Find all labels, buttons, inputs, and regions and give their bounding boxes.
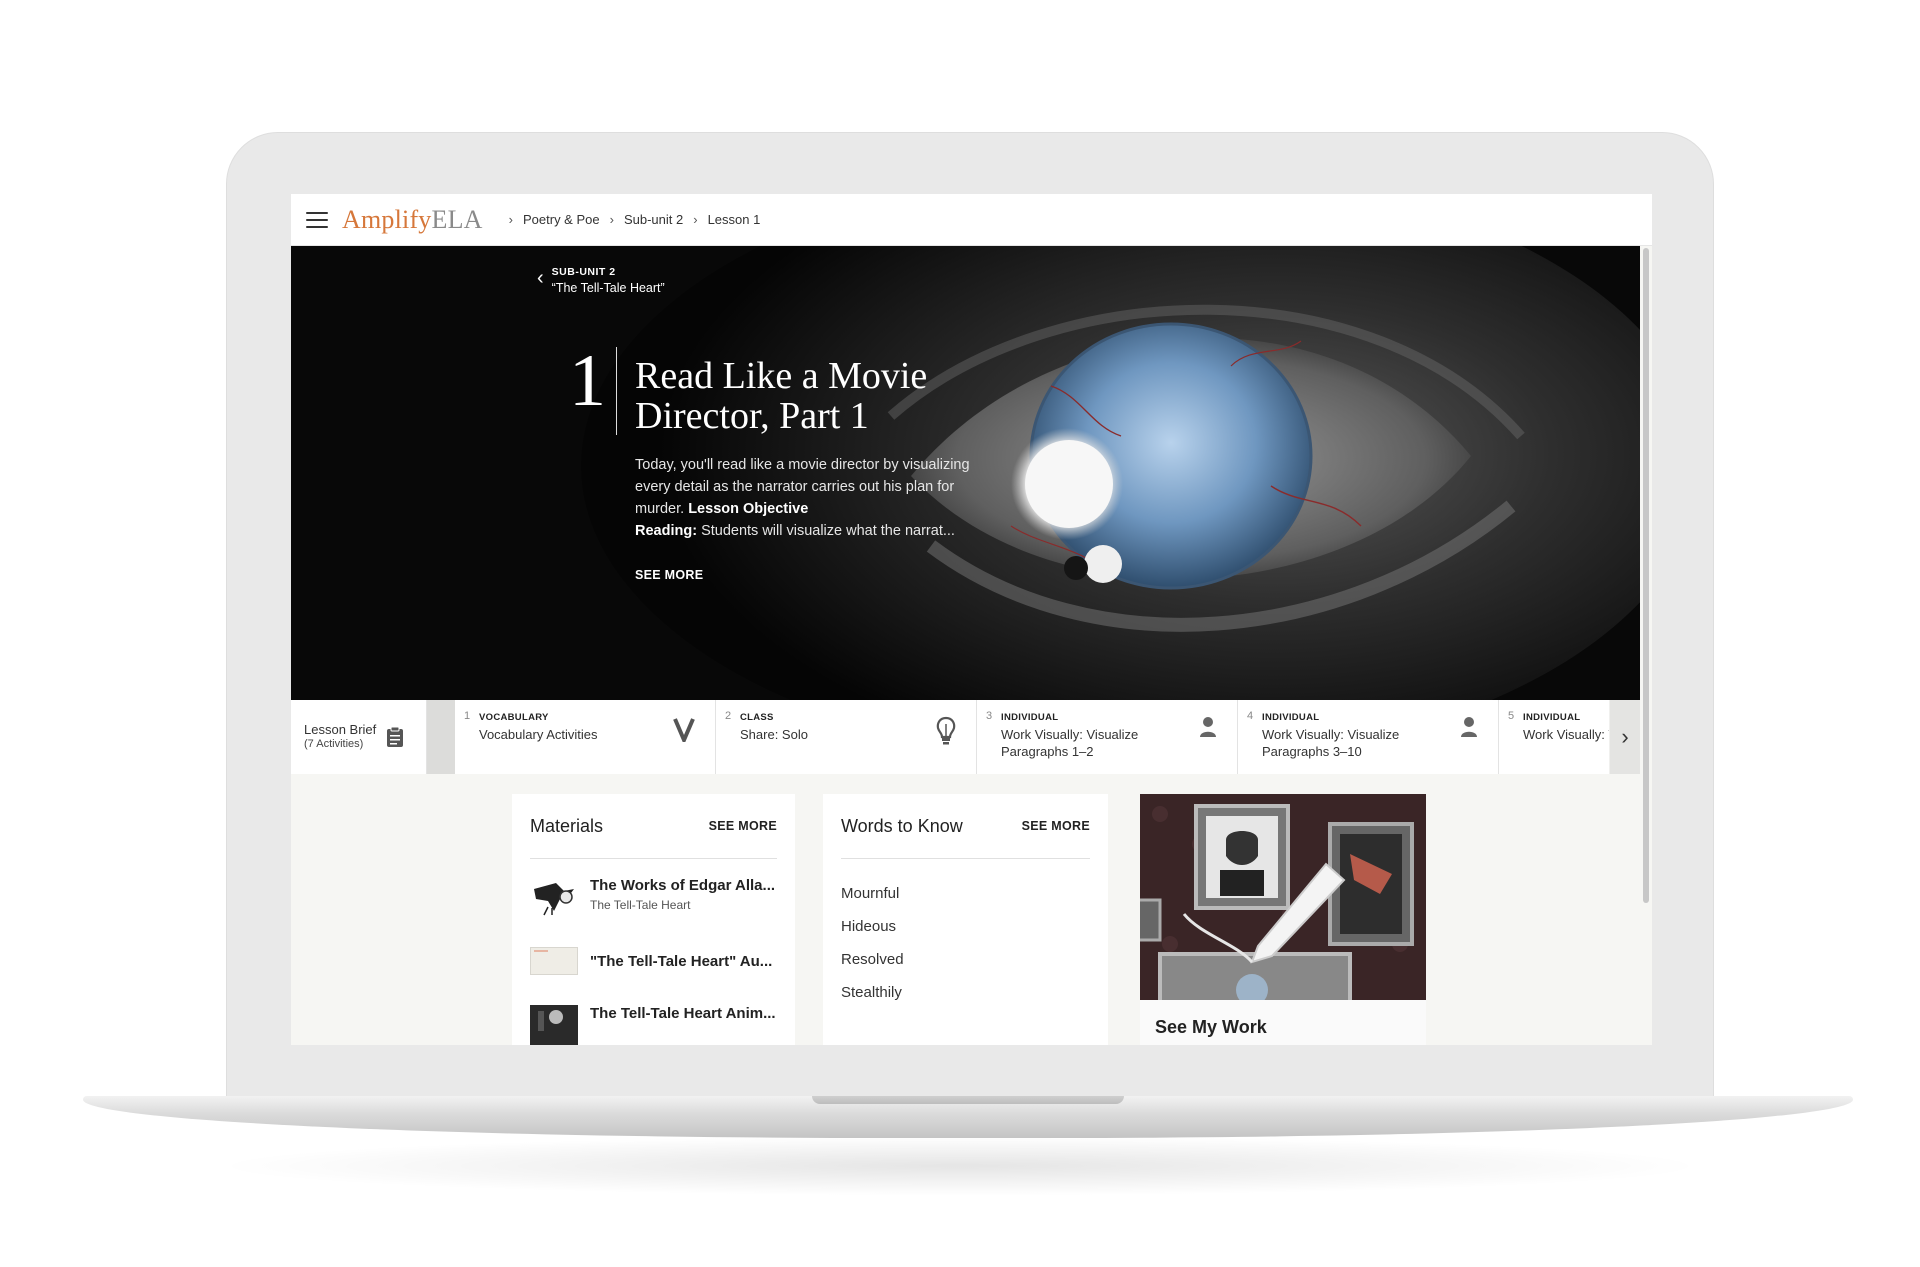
document-thumbnail: [530, 947, 578, 975]
activity-number: 1: [464, 710, 471, 722]
activity-number: 3: [986, 710, 993, 722]
materials-title: Materials: [530, 815, 604, 836]
lesson-number-divider: [616, 347, 617, 435]
chevron-left-icon: ‹: [537, 267, 544, 289]
vocab-word[interactable]: Resolved: [841, 943, 1090, 976]
activity-name: Work Visually: Visualize Paragraphs 3–10: [1262, 727, 1400, 759]
lesson-brief-label: Lesson Brief: [304, 722, 377, 737]
words-title: Words to Know: [841, 815, 963, 836]
activity-number: 5: [1508, 710, 1515, 722]
work-illustration: [1140, 794, 1426, 1000]
see-more-objective-button[interactable]: SEE MORE: [635, 568, 703, 582]
material-item[interactable]: "The Tell-Tale Heart" Au...: [530, 947, 777, 975]
lightbulb-icon: [936, 716, 956, 745]
activity-strip-next-button[interactable]: ›: [1610, 700, 1640, 774]
see-my-work-title: See My Work: [1155, 1017, 1267, 1037]
breadcrumb-item-subunit[interactable]: Sub-unit 2: [624, 212, 683, 227]
vocab-word[interactable]: Hideous: [841, 910, 1090, 943]
material-title: The Works of Edgar Alla...: [590, 877, 776, 894]
lesson-hero: ‹ SUB-UNIT 2 “The Tell-Tale Heart” 1 Rea…: [291, 246, 1640, 700]
activity-name: Share: Solo: [740, 727, 808, 742]
clipboard-icon: [387, 726, 404, 747]
lesson-number: 1: [569, 340, 606, 422]
raven-thumbnail: [530, 877, 578, 917]
laptop-notch: [812, 1096, 1124, 1104]
material-item[interactable]: The Works of Edgar Alla... The Tell-Tale…: [530, 877, 777, 917]
reading-text: Students will visualize what the narrat.…: [701, 523, 955, 539]
reading-label: Reading:: [635, 523, 698, 539]
chevron-right-icon: ›: [508, 212, 513, 227]
app-screen: AmplifyELA › Poetry & Poe › Sub-unit 2 ›…: [291, 194, 1652, 1045]
lesson-title: Read Like a Movie Director, Part 1: [635, 355, 928, 437]
strip-spacer: [427, 700, 455, 774]
back-to-subunit-link[interactable]: ‹ SUB-UNIT 2 “The Tell-Tale Heart”: [537, 266, 665, 295]
activity-number: 4: [1247, 710, 1254, 722]
chevron-right-icon: ›: [609, 212, 614, 227]
person-icon: [1461, 717, 1477, 737]
word-list: Mournful Hideous Resolved Stealthily: [841, 877, 1090, 1009]
person-icon: [1200, 717, 1216, 737]
activity-card-5[interactable]: 5 INDIVIDUAL Work Visually: Visualize Pa…: [1499, 700, 1609, 774]
activity-card-2[interactable]: 2 CLASS Share: Solo: [716, 700, 977, 774]
lesson-brief-count: (7 Activities): [304, 738, 364, 750]
activity-number: 2: [725, 710, 732, 722]
chevron-right-icon: ›: [1621, 724, 1629, 749]
see-my-work-card[interactable]: See My Work: [1140, 794, 1426, 1045]
lesson-description: Today, you'll read like a movie director…: [635, 454, 1005, 542]
activity-name: Work Visually: Visualize Paragraphs 11: [1523, 727, 1609, 742]
vocab-word[interactable]: Mournful: [841, 877, 1090, 910]
activity-card-3[interactable]: 3 INDIVIDUAL Work Visually: Visualize Pa…: [977, 700, 1238, 774]
activity-type: INDIVIDUAL: [1523, 712, 1581, 723]
activity-strip: Lesson Brief (7 Activities) 1 VOCABULARY…: [291, 700, 1640, 774]
video-thumbnail: [530, 1005, 578, 1045]
laptop-shadow: [210, 1136, 1710, 1196]
lesson-brief-button[interactable]: Lesson Brief (7 Activities): [291, 700, 427, 774]
back-link-label: SUB-UNIT 2: [551, 266, 616, 278]
page-scrollbar-thumb[interactable]: [1643, 248, 1649, 903]
breadcrumb: › Poetry & Poe › Sub-unit 2 › Lesson 1: [499, 212, 761, 227]
breadcrumb-item-lesson[interactable]: Lesson 1: [708, 212, 761, 227]
breadcrumb-item-unit[interactable]: Poetry & Poe: [523, 212, 600, 227]
v-icon: [673, 718, 695, 742]
app-logo[interactable]: AmplifyELA: [342, 205, 483, 235]
lesson-objective-label: Lesson Objective: [688, 501, 809, 517]
activity-name: Vocabulary Activities: [479, 727, 598, 742]
vocab-word[interactable]: Stealthily: [841, 976, 1090, 1009]
material-title: "The Tell-Tale Heart" Au...: [590, 952, 773, 970]
chevron-right-icon: ›: [693, 212, 698, 227]
material-title: The Tell-Tale Heart Anim...: [590, 1005, 776, 1022]
top-navbar: AmplifyELA › Poetry & Poe › Sub-unit 2 ›…: [291, 194, 1652, 246]
words-to-know-card: Words to Know SEE MORE Mournful Hideous …: [823, 794, 1108, 1045]
back-link-subtitle: “The Tell-Tale Heart”: [551, 281, 665, 295]
activity-card-1[interactable]: 1 VOCABULARY Vocabulary Activities: [455, 700, 716, 774]
activity-card-4[interactable]: 4 INDIVIDUAL Work Visually: Visualize Pa…: [1238, 700, 1499, 774]
activity-name: Work Visually: Visualize Paragraphs 1–2: [1001, 727, 1139, 759]
material-subtitle: The Tell-Tale Heart: [590, 898, 691, 912]
materials-card: Materials SEE MORE The Works of Edgar Al…: [512, 794, 795, 1045]
hamburger-menu-icon[interactable]: [306, 211, 328, 228]
words-see-more-button[interactable]: SEE MORE: [1022, 819, 1090, 833]
materials-see-more-button[interactable]: SEE MORE: [709, 819, 777, 833]
material-item[interactable]: The Tell-Tale Heart Anim...: [530, 1005, 777, 1045]
